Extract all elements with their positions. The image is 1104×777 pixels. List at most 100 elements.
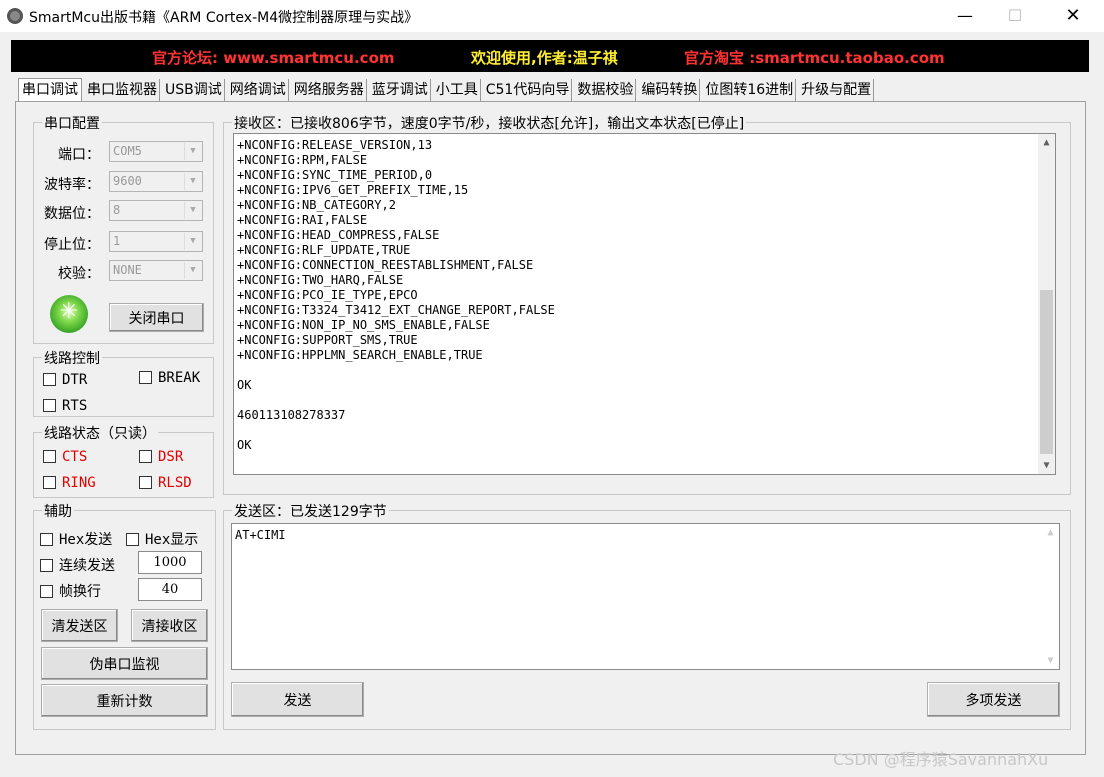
chevron-down-icon: ▼	[184, 173, 201, 190]
main-tabs: 串口调试 串口监视器 USB调试 网络调试 网络服务器 蓝牙调试 小工具 C51代码向导 数据校…	[18, 78, 877, 103]
send-header: 发送区：已发送129字节	[232, 501, 389, 521]
checkbox-box	[139, 371, 152, 384]
scroll-down-icon[interactable]: ▼	[1038, 457, 1055, 474]
continuous-send-checkbox[interactable]: 连续发送	[40, 555, 115, 575]
receive-line: 460113108278337	[237, 408, 346, 422]
receive-line: +NCONFIG:HPPLMN_SEARCH_ENABLE,TRUE	[237, 348, 483, 362]
stopbits-select[interactable]: 1 ▼	[109, 231, 203, 252]
port-select[interactable]: COM5 ▼	[109, 141, 203, 162]
baud-select[interactable]: 9600 ▼	[109, 171, 203, 192]
receive-line: +NCONFIG:NON_IP_NO_SMS_ENABLE,FALSE	[237, 318, 490, 332]
receive-line	[237, 363, 555, 378]
receive-scrollbar[interactable]: ▲ ▼	[1038, 134, 1055, 474]
tab-tools[interactable]: 小工具	[434, 79, 481, 103]
scroll-up-icon[interactable]: ▲	[1042, 524, 1059, 541]
info-banner: 官方论坛: www.smartmcu.com 欢迎使用,作者:温子祺 官方淘宝 …	[11, 40, 1089, 72]
receive-header: 接收区：已接收806字节，速度0字节/秒，接收状态[允许]，输出文本状态[已停止…	[232, 113, 747, 133]
app-gear-icon	[7, 8, 23, 24]
receive-line: +NCONFIG:CONNECTION_REESTABLISHMENT,FALS…	[237, 258, 534, 272]
welcome-text: 欢迎使用,作者:温子祺	[471, 49, 618, 67]
clear-send-button[interactable]: 清发送区	[41, 609, 118, 642]
tab-serial-monitor[interactable]: 串口监视器	[85, 79, 160, 103]
receive-line: +NCONFIG:HEAD_COMPRESS,FALSE	[237, 228, 440, 242]
continuous-interval-input[interactable]: 1000	[138, 551, 202, 574]
port-label: 端口：	[58, 147, 100, 163]
rlsd-indicator: RLSD	[139, 475, 192, 491]
ring-indicator: RING	[43, 475, 96, 491]
receive-line: OK	[237, 378, 252, 392]
receive-line: +NCONFIG:SYNC_TIME_PERIOD,0	[237, 168, 433, 182]
send-button[interactable]: 发送	[231, 682, 364, 717]
hex-display-checkbox[interactable]: Hex显示	[126, 529, 198, 549]
fake-monitor-button[interactable]: 伪串口监视	[41, 647, 208, 680]
receive-line: +NCONFIG:SUPPORT_SMS,TRUE	[237, 333, 418, 347]
chevron-down-icon: ▼	[184, 202, 201, 219]
scroll-down-icon[interactable]: ▼	[1042, 652, 1059, 669]
scroll-up-icon[interactable]: ▲	[1038, 134, 1055, 151]
tab-bluetooth-debug[interactable]: 蓝牙调试	[370, 79, 431, 103]
receive-line	[237, 393, 555, 408]
maximize-button[interactable]: ☐	[992, 0, 1038, 32]
chevron-down-icon: ▼	[184, 233, 201, 250]
checkbox-box	[43, 399, 56, 412]
chevron-down-icon: ▼	[184, 262, 201, 279]
shop-link[interactable]: 官方淘宝 :smartmcu.taobao.com	[684, 47, 945, 68]
port-open-indicator-icon	[50, 295, 88, 333]
receive-line: +NCONFIG:NB_CATEGORY,2	[237, 198, 396, 212]
dsr-indicator: DSR	[139, 449, 183, 465]
parity-label: 校验：	[58, 266, 100, 282]
receive-line: OK	[237, 438, 252, 452]
checkbox-box	[43, 373, 56, 386]
receive-line: +NCONFIG:RELEASE_VERSION,13	[237, 138, 433, 152]
receive-text: +NCONFIG:RELEASE_VERSION,13 +NCONFIG:RPM,…	[237, 138, 555, 453]
aux-title: 辅助	[42, 501, 74, 521]
tab-upgrade-config[interactable]: 升级与配置	[799, 79, 875, 103]
checkbox-box	[40, 533, 53, 546]
receive-line: +NCONFIG:TWO_HARQ,FALSE	[237, 273, 404, 287]
tab-usb-debug[interactable]: USB调试	[163, 79, 225, 103]
baud-label: 波特率：	[44, 177, 100, 193]
serial-config-title: 串口配置	[42, 113, 102, 133]
send-scrollbar[interactable]: ▲ ▼	[1042, 524, 1059, 669]
tab-checksum[interactable]: 数据校验	[575, 79, 637, 103]
receive-textarea[interactable]: +NCONFIG:RELEASE_VERSION,13 +NCONFIG:RPM,…	[233, 133, 1056, 475]
close-port-button[interactable]: 关闭串口	[109, 303, 204, 332]
rts-checkbox[interactable]: RTS	[43, 398, 87, 414]
receive-line: +NCONFIG:IPV6_GET_PREFIX_TIME,15	[237, 183, 469, 197]
hex-send-checkbox[interactable]: Hex发送	[40, 529, 112, 549]
recount-button[interactable]: 重新计数	[41, 684, 208, 717]
tab-c51-wizard[interactable]: C51代码向导	[484, 79, 573, 103]
frame-newline-checkbox[interactable]: 帧换行	[40, 581, 101, 601]
stopbits-label: 停止位：	[44, 237, 100, 253]
parity-select[interactable]: NONE ▼	[109, 260, 203, 281]
clear-receive-button[interactable]: 清接收区	[131, 609, 208, 642]
receive-line: +NCONFIG:RLF_UPDATE,TRUE	[237, 243, 411, 257]
forum-link[interactable]: 官方论坛: www.smartmcu.com	[152, 47, 395, 68]
receive-line: +NCONFIG:RPM,FALSE	[237, 153, 368, 167]
tab-encoding[interactable]: 编码转换	[639, 79, 701, 103]
tab-bitmap-hex[interactable]: 位图转16进制	[703, 79, 797, 103]
checkbox-box	[40, 585, 53, 598]
databits-label: 数据位：	[44, 206, 100, 222]
frame-newline-input[interactable]: 40	[138, 578, 202, 601]
checkbox-box	[43, 450, 56, 463]
databits-select[interactable]: 8 ▼	[109, 200, 203, 221]
dtr-checkbox[interactable]: DTR	[43, 372, 87, 388]
tab-network-debug[interactable]: 网络调试	[228, 79, 289, 103]
break-checkbox[interactable]: BREAK	[139, 370, 200, 386]
chevron-down-icon: ▼	[184, 143, 201, 160]
minimize-button[interactable]: —	[942, 0, 988, 32]
checkbox-box	[40, 559, 53, 572]
checkbox-box	[43, 476, 56, 489]
scroll-thumb[interactable]	[1040, 290, 1053, 454]
title-bar: SmartMcu出版书籍《ARM Cortex-M4微控制器原理与实战》 — ☐…	[0, 0, 1104, 32]
line-status-title: 线路状态（只读）	[42, 423, 158, 443]
close-window-button[interactable]: ✕	[1050, 0, 1096, 32]
send-textarea[interactable]: AT+CIMI ▲ ▼	[231, 523, 1060, 670]
receive-line	[237, 423, 555, 438]
receive-line: +NCONFIG:RAI,FALSE	[237, 213, 368, 227]
tab-serial-debug[interactable]: 串口调试	[18, 78, 82, 102]
multi-send-button[interactable]: 多项发送	[927, 682, 1060, 717]
tab-network-server[interactable]: 网络服务器	[292, 79, 367, 103]
receive-line: +NCONFIG:PCO_IE_TYPE,EPCO	[237, 288, 418, 302]
